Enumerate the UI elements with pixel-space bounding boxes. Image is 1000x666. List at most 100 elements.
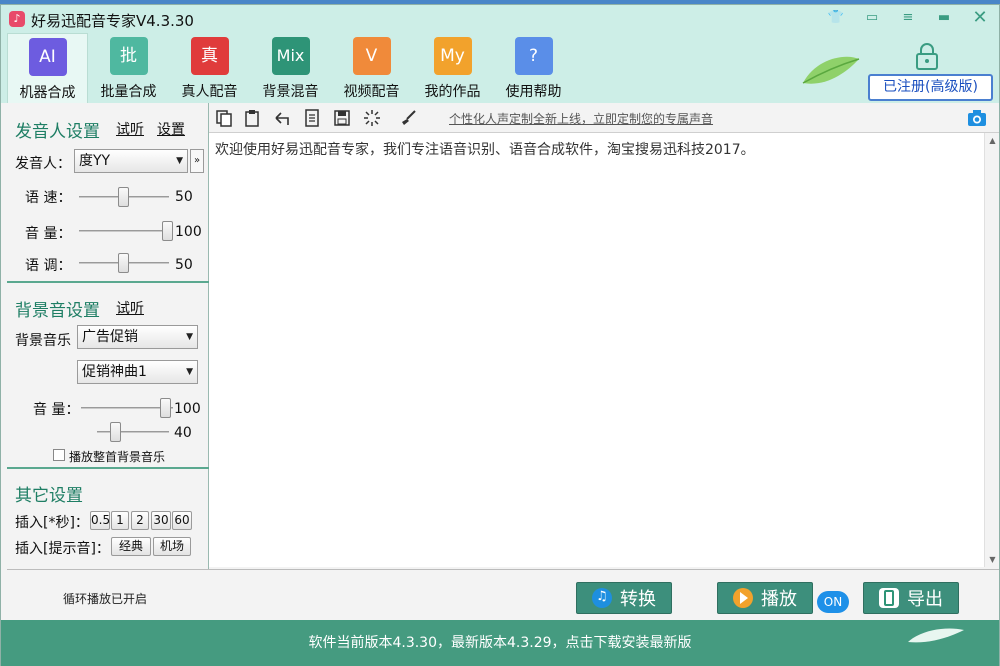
text-editor[interactable]: 欢迎使用好易迅配音专家，我们专注语音识别、语音合成软件，淘宝搜易迅科技2017。	[209, 133, 984, 567]
paste-icon[interactable]	[243, 109, 261, 127]
pause-1-button[interactable]: 1	[111, 511, 129, 530]
slider-thumb[interactable]	[110, 422, 121, 442]
pitch-slider[interactable]	[79, 253, 169, 273]
nav-batch[interactable]: 批 批量合成	[88, 33, 169, 103]
message-icon[interactable]: ▭	[859, 8, 885, 28]
pause-60-button[interactable]: 60	[172, 511, 192, 530]
nav-label: 我的作品	[424, 84, 481, 100]
bgm-category-select[interactable]: 广告促销 ▼	[77, 325, 198, 349]
update-status-bar[interactable]: 软件当前版本4.3.30，最新版本4.3.29，点击下载安装最新版	[1, 620, 999, 666]
insert-tone-label: 插入[提示音]：	[15, 541, 110, 557]
slider-thumb[interactable]	[118, 253, 129, 273]
section-divider	[7, 281, 209, 283]
slider-track	[79, 230, 171, 232]
camera-icon[interactable]	[967, 109, 987, 127]
speaker-select[interactable]: 度YY ▼	[74, 149, 188, 173]
close-icon[interactable]: ✕	[967, 8, 993, 28]
nav-label: 机器合成	[19, 85, 76, 101]
tone-classic-button[interactable]: 经典	[111, 537, 151, 556]
slider-thumb[interactable]	[162, 221, 173, 241]
bgm-label: 背景音乐	[15, 333, 71, 349]
slider-thumb[interactable]	[118, 187, 129, 207]
menu-dropdown-icon[interactable]: ≡	[895, 8, 921, 28]
volume-label: 音 量：	[25, 226, 72, 242]
voice-preview-link[interactable]: 试听	[116, 119, 144, 139]
nav-label: 背景混音	[262, 84, 319, 100]
nav-label: 批量合成	[100, 84, 157, 100]
video-icon: V	[352, 37, 391, 75]
bgm-preview-link[interactable]: 试听	[116, 298, 144, 318]
custom-voice-promo-link[interactable]: 个性化人声定制全新上线，立即定制您的专属声音	[449, 110, 713, 127]
nav-label: 真人配音	[181, 84, 238, 100]
nav-tts[interactable]: AI 机器合成	[7, 33, 88, 103]
copy-icon[interactable]	[215, 109, 233, 127]
batch-icon: 批	[109, 37, 148, 75]
convert-button[interactable]: ♫ 转换	[576, 582, 672, 614]
nav-video-dub[interactable]: V 视频配音	[331, 33, 412, 103]
minimize-icon[interactable]: ▬	[931, 8, 957, 28]
scroll-up-icon[interactable]: ▲	[985, 133, 1000, 148]
nav-bg-mix[interactable]: Mix 背景混音	[250, 33, 331, 103]
pitch-value: 50	[175, 257, 193, 273]
save-icon[interactable]	[333, 109, 351, 127]
play-label: 播放	[761, 589, 797, 610]
bgm-volume-slider[interactable]	[81, 398, 173, 418]
tone-airport-button[interactable]: 机场	[153, 537, 191, 556]
nav-real-voice[interactable]: 真 真人配音	[169, 33, 250, 103]
loop-status: 循环播放已开启	[63, 592, 148, 606]
play-icon	[733, 588, 753, 608]
header-band: ♪ 好易迅配音专家V4.3.30 👕 ▭ ≡ ▬ ✕ AI 机器合成 批 批量合…	[1, 5, 999, 103]
app-logo-icon: ♪	[9, 11, 25, 27]
bgm-second-value: 40	[174, 425, 192, 441]
lock-icon[interactable]	[913, 41, 941, 71]
registered-badge[interactable]: 已注册(高级版)	[868, 74, 993, 101]
slider-thumb[interactable]	[160, 398, 171, 418]
other-settings-heading: 其它设置	[15, 486, 83, 506]
action-bar: 循环播放已开启 ♫ 转换 播放 ON 导出	[7, 569, 999, 621]
my-works-icon: My	[433, 37, 472, 75]
play-full-bgm-checkbox[interactable]	[53, 449, 65, 461]
bgm-track-select[interactable]: 促销神曲1 ▼	[77, 360, 198, 384]
nav-my-works[interactable]: My 我的作品	[412, 33, 493, 103]
bgm-volume-label: 音 量：	[33, 402, 80, 418]
nav-help[interactable]: ? 使用帮助	[493, 33, 574, 103]
bgm-second-slider[interactable]	[97, 422, 169, 442]
magic-wand-icon[interactable]	[363, 109, 381, 127]
nav-label: 使用帮助	[505, 84, 562, 100]
nav-label: 视频配音	[343, 84, 400, 100]
pitch-label: 语 调：	[25, 258, 72, 274]
section-divider	[7, 467, 209, 469]
main-nav: AI 机器合成 批 批量合成 真 真人配音 Mix 背景混音 V 视频配音 My…	[7, 33, 574, 103]
slider-track	[97, 431, 169, 433]
scroll-down-icon[interactable]: ▼	[985, 552, 1000, 567]
voice-settings-link[interactable]: 设置	[157, 119, 185, 139]
skin-icon[interactable]: 👕	[823, 8, 849, 28]
editor-scrollbar[interactable]: ▲ ▼	[984, 133, 999, 567]
play-button[interactable]: 播放	[717, 582, 813, 614]
chevron-down-icon: ▼	[186, 367, 193, 377]
bgm-volume-value: 100	[174, 401, 201, 417]
clear-brush-icon[interactable]	[399, 109, 417, 127]
export-button[interactable]: 导出	[863, 582, 959, 614]
bgm-track-value: 促销神曲1	[82, 364, 147, 380]
voice-settings-heading: 发音人设置	[15, 122, 100, 142]
volume-slider[interactable]	[79, 221, 173, 241]
real-voice-icon: 真	[190, 37, 229, 75]
volume-value: 100	[175, 224, 202, 240]
chevron-down-icon: ▼	[176, 156, 183, 166]
speaker-more-button[interactable]: »	[190, 149, 204, 173]
speed-slider[interactable]	[79, 187, 169, 207]
bgm-settings-heading: 背景音设置	[15, 301, 100, 321]
left-settings-panel: 发音人设置 试听 设置 发音人： 度YY ▼ » 语 速： 50 音 量： 10…	[7, 103, 209, 569]
export-phone-icon	[879, 588, 899, 608]
pause-0-5-button[interactable]: 0.5	[90, 511, 110, 530]
pause-30-button[interactable]: 30	[151, 511, 171, 530]
undo-icon[interactable]	[273, 109, 291, 127]
loop-on-toggle[interactable]: ON	[817, 591, 849, 613]
pause-2-button[interactable]: 2	[131, 511, 149, 530]
play-full-bgm-label: 播放整首背景音乐	[69, 450, 166, 464]
speed-label: 语 速：	[25, 190, 72, 206]
document-icon[interactable]	[303, 109, 321, 127]
editor-toolbar: 个性化人声定制全新上线，立即定制您的专属声音	[209, 103, 999, 133]
convert-label: 转换	[620, 589, 656, 610]
